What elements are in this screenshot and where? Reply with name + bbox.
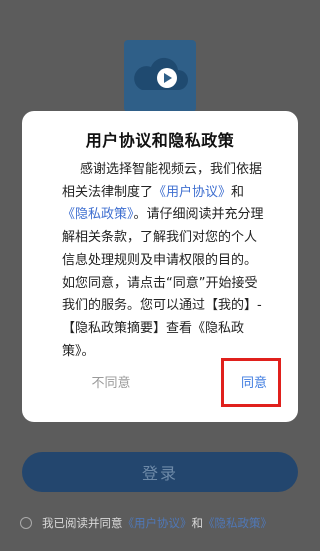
dialog-body-and: 和 — [231, 184, 245, 200]
dialog-privacy-policy-link[interactable]: 《隐私政策》 — [62, 207, 134, 222]
dialog-title: 用户协议和隐私政策 — [85, 131, 235, 150]
dialog-body-text-2: 。请仔细阅读并充分理解相关条款，了解我们对您的个人信息处理规则及申请权限的目的。… — [62, 207, 264, 359]
dialog-body: 感谢选择智能视频云，我们依据相关法律制度了《用户协议》和《隐私政策》。请仔细阅读… — [62, 159, 264, 363]
disagree-button[interactable]: 不同意 — [72, 373, 150, 395]
privacy-dialog: 用户协议和隐私政策 感谢选择智能视频云，我们依据相关法律制度了《用户协议》和《隐… — [22, 111, 298, 422]
agree-highlight-box — [221, 358, 281, 407]
dialog-user-agreement-link[interactable]: 《用户协议》 — [153, 185, 231, 200]
